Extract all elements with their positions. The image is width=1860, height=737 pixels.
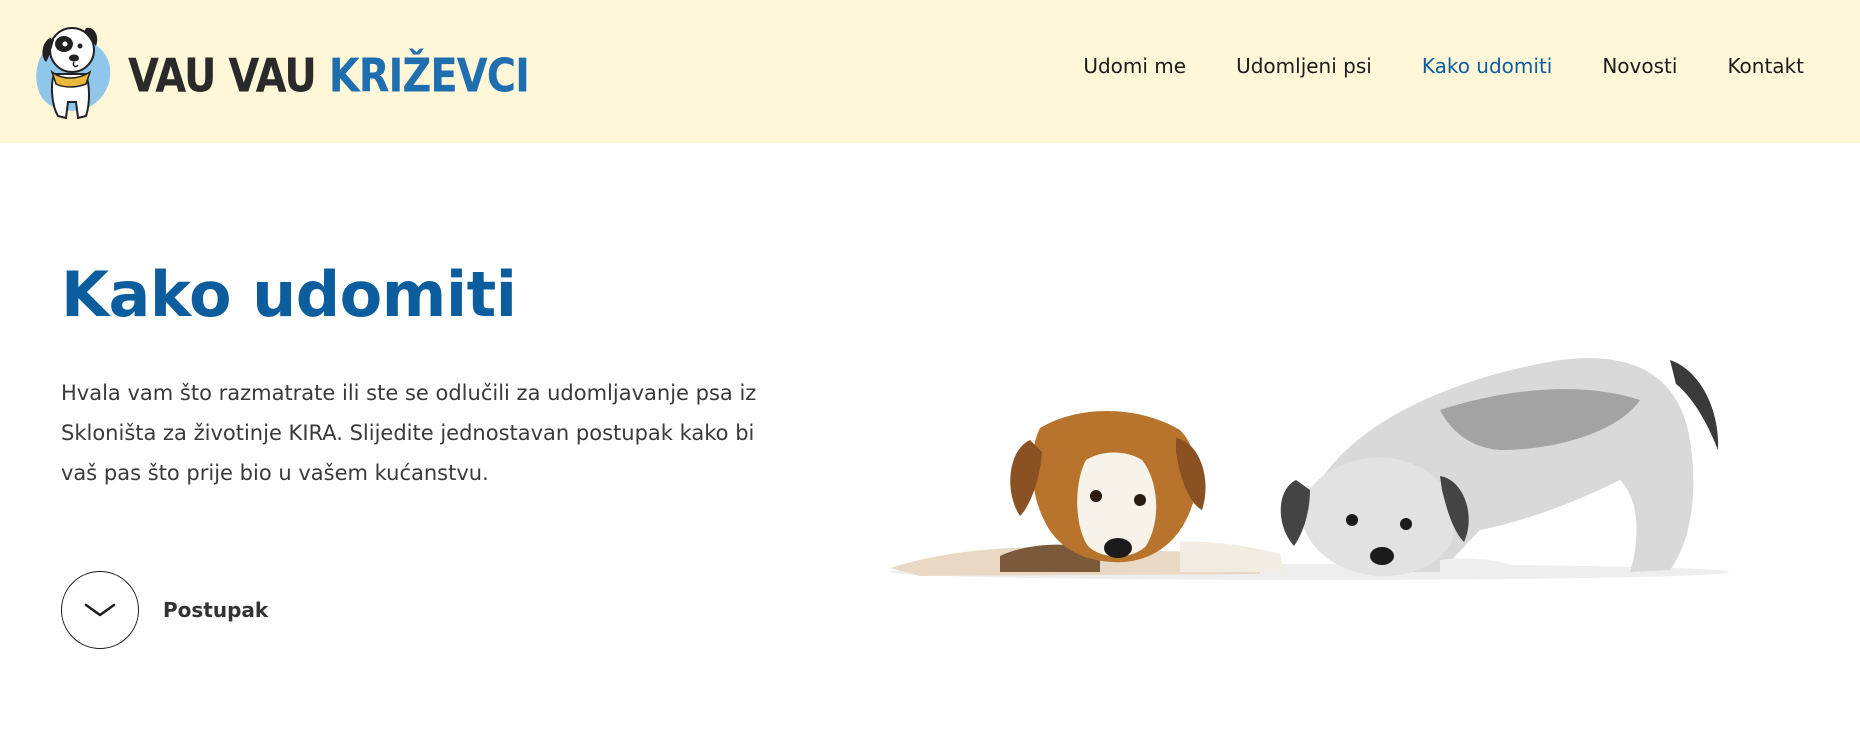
nav-item-udomi-me[interactable]: Udomi me [1083, 54, 1186, 78]
nav-item-udomljeni-psi[interactable]: Udomljeni psi [1236, 54, 1372, 78]
dogs-image [890, 358, 1730, 580]
logo-text-part2: KRIŽEVCI [328, 50, 530, 103]
main-nav: Udomi me Udomljeni psi Kako udomiti Novo… [1083, 54, 1804, 78]
hero-description: Hvala vam što razmatrate ili ste se odlu… [61, 381, 757, 485]
nav-item-kako-udomiti[interactable]: Kako udomiti [1422, 54, 1553, 78]
logo-text-part1: VAU VAU [128, 50, 329, 103]
cta-circle[interactable] [61, 571, 139, 649]
site-logo[interactable]: VAU VAU KRIŽEVCI [28, 16, 530, 124]
page-title: Kako udomiti [61, 258, 517, 331]
site-header: VAU VAU KRIŽEVCI Udomi me Udomljeni psi … [0, 0, 1860, 143]
cta-label: Postupak [163, 598, 269, 622]
postupak-button[interactable]: Postupak [61, 571, 268, 649]
nav-item-kontakt[interactable]: Kontakt [1727, 54, 1804, 78]
logo-wordmark: VAU VAU KRIŽEVCI [128, 50, 530, 103]
dog-mascot-icon [36, 27, 111, 120]
chevron-down-icon [84, 603, 116, 617]
nav-item-novosti[interactable]: Novosti [1602, 54, 1677, 78]
